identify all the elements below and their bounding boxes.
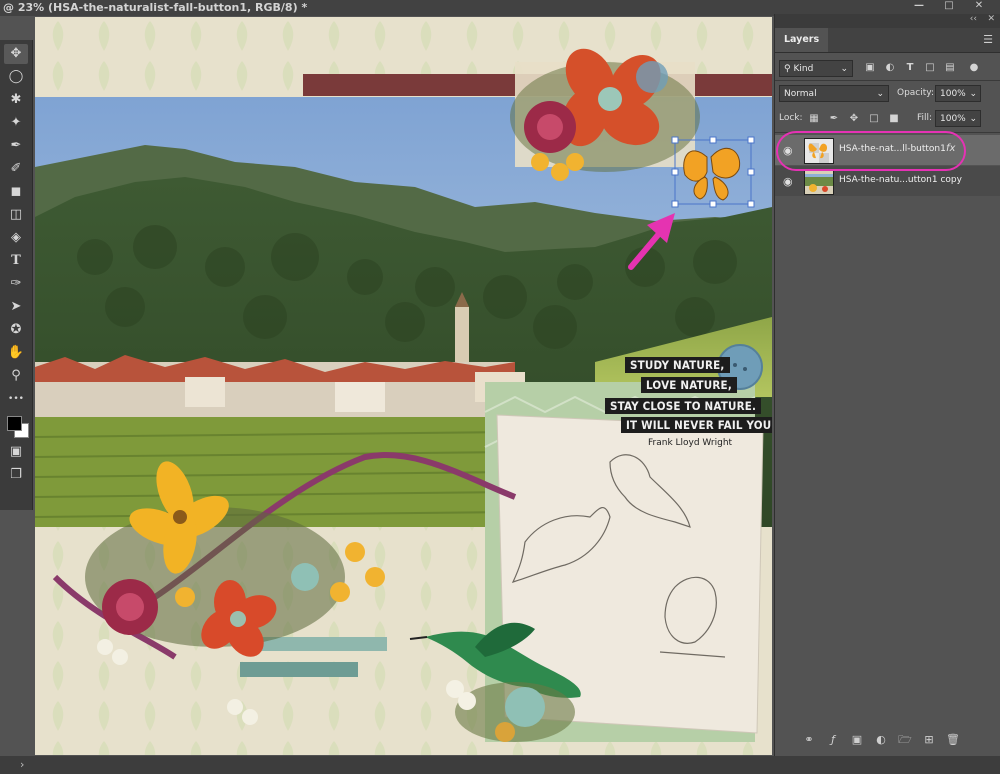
panel-tabs: Layers ☰ xyxy=(775,28,1000,53)
tab-layers[interactable]: Layers xyxy=(775,28,829,52)
magic-wand-icon[interactable]: ✦ xyxy=(4,113,28,133)
lock-row: Lock: ▦ ✒ ✥ □ ■ Fill: 100% ⌄ xyxy=(775,109,1000,129)
chevron-down-icon: ⌄ xyxy=(969,114,977,124)
color-swatches-icon[interactable] xyxy=(5,414,29,438)
filter-kind-label: Kind xyxy=(793,64,814,74)
zoom-icon[interactable]: ⚲ xyxy=(4,366,28,386)
status-bar: › xyxy=(0,756,1000,774)
add-style-icon[interactable]: ƒ xyxy=(825,732,841,748)
tools-panel: ✥ ◯ ✱ ✦ ✒ ✐ ◼ ◫ ◈ T ✑ ➤ ✪ ✋ ⚲ ••• ▣ ❐ xyxy=(0,40,33,510)
layer-highlight-annotation xyxy=(776,131,966,171)
filter-pixel-icon[interactable]: ▣ xyxy=(863,61,877,75)
teal-strip-2 xyxy=(240,662,358,677)
filter-shape-icon[interactable]: □ xyxy=(923,61,937,75)
add-mask-icon[interactable]: ▣ xyxy=(849,732,865,748)
chevron-down-icon: ⌄ xyxy=(969,89,977,99)
maximize-icon[interactable]: □ xyxy=(934,0,964,12)
delete-layer-icon[interactable]: 🗑 xyxy=(945,732,961,748)
quote-line-1: STUDY NATURE, xyxy=(625,357,730,373)
layer-name: HSA-the-natu...utton1 copy xyxy=(839,175,962,185)
status-arrow-icon[interactable]: › xyxy=(20,758,24,771)
blend-mode-value: Normal xyxy=(784,89,817,99)
lock-label: Lock: xyxy=(779,113,803,123)
move-icon[interactable]: ✥ xyxy=(4,44,28,64)
visibility-eye-icon[interactable]: ◉ xyxy=(783,175,793,188)
blend-mode-select[interactable]: Normal ⌄ xyxy=(779,85,889,102)
document-canvas[interactable]: STUDY NATURE, LOVE NATURE, STAY CLOSE TO… xyxy=(35,17,772,755)
shape-icon[interactable]: ✪ xyxy=(4,320,28,340)
chevron-down-icon: ⌄ xyxy=(840,64,848,74)
filter-smart-object-icon[interactable]: ▤ xyxy=(943,61,957,75)
lock-position-icon[interactable]: ✥ xyxy=(847,112,861,126)
panel-header-strip: ‹‹ ✕ xyxy=(775,14,1000,28)
lock-transparent-icon[interactable]: ▦ xyxy=(807,112,821,126)
screen-mode-icon[interactable]: ❐ xyxy=(4,465,28,485)
ellipse-select-icon[interactable]: ◯ xyxy=(4,67,28,87)
eyedropper-icon[interactable]: ✒ xyxy=(4,136,28,156)
path-select-icon[interactable]: ➤ xyxy=(4,297,28,317)
pen-icon[interactable]: ✑ xyxy=(4,274,28,294)
close-icon[interactable]: ✕ xyxy=(964,0,994,12)
minimize-icon[interactable]: — xyxy=(904,0,934,12)
lasso-icon[interactable]: ✱ xyxy=(4,90,28,110)
collapse-icon[interactable]: ‹‹ xyxy=(970,14,977,24)
blend-row: Normal ⌄ Opacity: 100% ⌄ xyxy=(775,84,1000,104)
opacity-value: 100% xyxy=(940,89,966,99)
document-title: @ 23% (HSA-the-naturalist-fall-button1, … xyxy=(3,1,308,14)
lock-image-icon[interactable]: ✒ xyxy=(827,112,841,126)
adjustment-layer-icon[interactable]: ◐ xyxy=(873,732,889,748)
type-icon[interactable]: T xyxy=(4,251,28,271)
layer-thumbnail xyxy=(804,169,834,195)
quote-author: Frank Lloyd Wright xyxy=(648,438,733,448)
lock-all-icon[interactable]: ■ xyxy=(887,112,901,126)
brush-icon[interactable]: ✐ xyxy=(4,159,28,179)
opacity-input[interactable]: 100% ⌄ xyxy=(935,85,981,102)
layers-footer: ⚭ ƒ ▣ ◐ 🗁 ⊞ 🗑 xyxy=(775,730,1000,750)
fill-value: 100% xyxy=(940,114,966,124)
fill-input[interactable]: 100% ⌄ xyxy=(935,110,981,127)
filter-kind-select[interactable]: ⚲ Kind ⌄ xyxy=(779,60,853,77)
chevron-down-icon: ⌄ xyxy=(876,89,884,99)
new-layer-icon[interactable]: ⊞ xyxy=(921,732,937,748)
filter-adjustment-icon[interactable]: ◐ xyxy=(883,61,897,75)
lock-artboard-icon[interactable]: □ xyxy=(867,112,881,126)
panel-close-icon[interactable]: ✕ xyxy=(987,14,995,24)
panel-menu-icon[interactable]: ☰ xyxy=(983,33,993,46)
new-group-icon[interactable]: 🗁 xyxy=(897,732,913,748)
fill-label: Fill: xyxy=(917,113,933,123)
paint-bucket-icon[interactable]: ◈ xyxy=(4,228,28,248)
filter-type-icon[interactable]: T xyxy=(903,61,917,75)
filter-toggle-icon[interactable]: ● xyxy=(967,61,981,75)
layers-panel: ‹‹ ✕ Layers ☰ ⚲ Kind ⌄ ▣ ◐ T □ ▤ ● Norma… xyxy=(774,14,1000,756)
hand-icon[interactable]: ✋ xyxy=(4,343,28,363)
filter-row: ⚲ Kind ⌄ ▣ ◐ T □ ▤ ● xyxy=(775,58,1000,78)
search-icon: ⚲ xyxy=(784,64,791,74)
link-layers-icon[interactable]: ⚭ xyxy=(801,732,817,748)
eraser-icon[interactable]: ◫ xyxy=(4,205,28,225)
opacity-label: Opacity: xyxy=(897,88,934,98)
more-icon[interactable]: ••• xyxy=(4,389,28,409)
quote-line-3: STAY CLOSE TO NATURE. xyxy=(605,398,762,414)
quick-mask-icon[interactable]: ▣ xyxy=(4,442,28,462)
stamp-icon[interactable]: ◼ xyxy=(4,182,28,202)
quote-line-4: IT WILL NEVER FAIL YOU. xyxy=(621,417,772,433)
quote-line-2: LOVE NATURE, xyxy=(641,377,737,393)
